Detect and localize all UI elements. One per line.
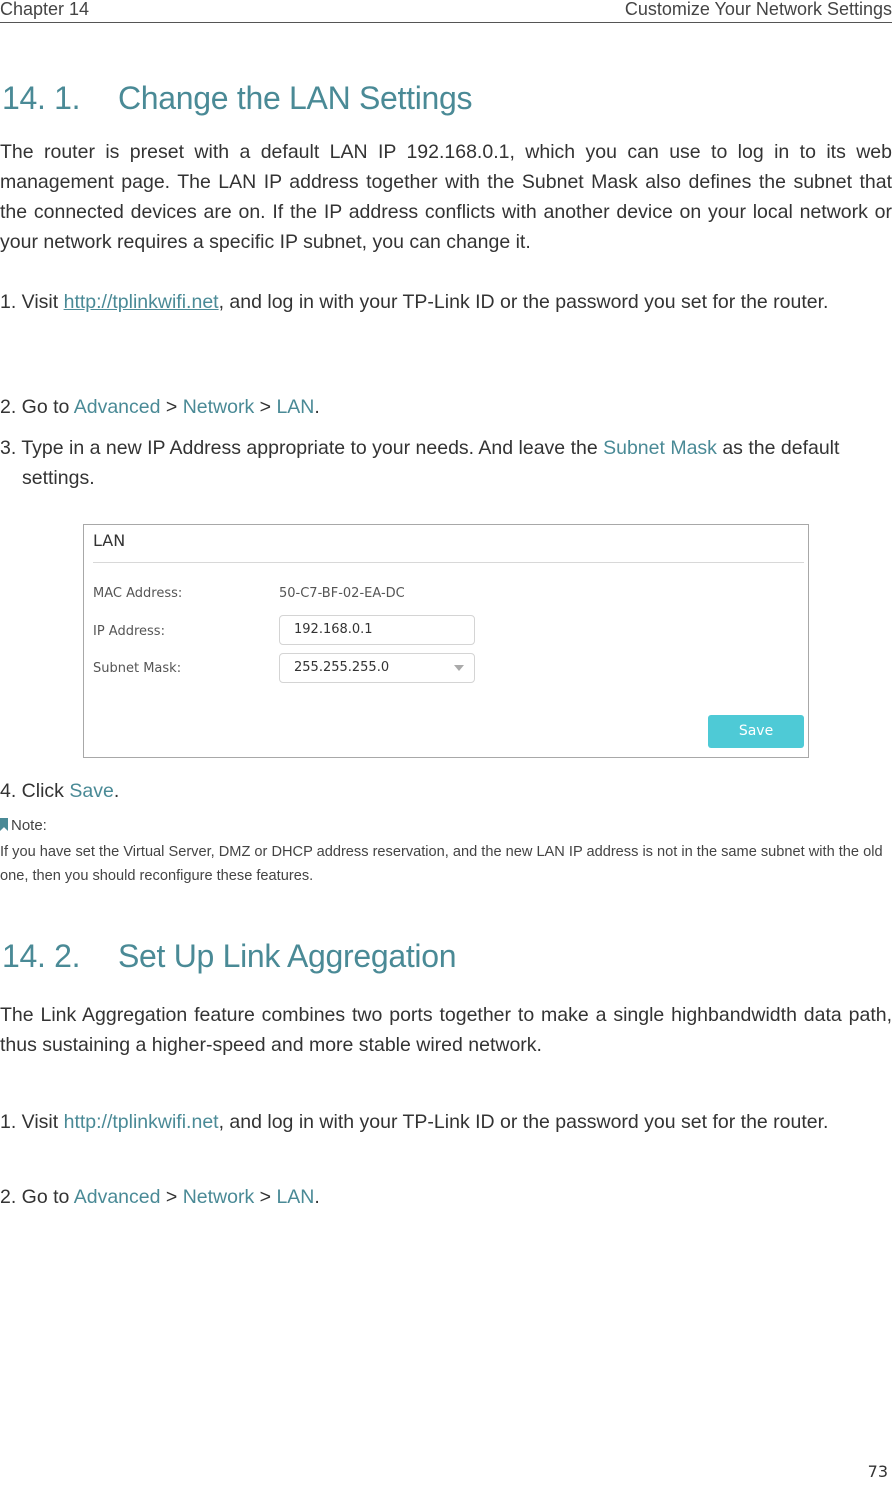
section-heading-lan: 14. 1. Change the LAN Settings [2,80,473,117]
step-text: . [113,780,120,802]
panel-title: LAN [93,531,126,550]
chapter-label: Chapter 14 [0,0,90,19]
step-2: 2. Go to Advanced > Network > LAN. [0,392,892,422]
section-number: 14. 1. [2,80,81,116]
menu-network: Network [182,396,255,418]
step-text: , and log in with your TP-Link ID or the… [218,1111,829,1133]
menu-advanced: Advanced [73,396,161,418]
section-title: Change the LAN Settings [118,80,473,116]
path-separator: > [254,1186,277,1208]
step-3: 3. Type in a new IP Address appropriate … [0,433,892,493]
path-separator: > [160,1186,183,1208]
menu-network: Network [182,1186,255,1208]
step-text: 1. Visit [0,291,64,313]
intro-paragraph: The router is preset with a default LAN … [0,141,892,253]
ip-address-value: 192.168.0.1 [294,622,373,637]
page-header: Chapter 14 Customize Your Network Settin… [0,0,892,23]
step-text: 3. Type in a new IP Address appropriate … [0,437,604,459]
dropdown-arrow-icon [454,665,464,671]
bookmark-icon [0,818,8,831]
step-4: 4. Click Save. [0,776,892,806]
step-text: . [314,396,320,418]
note-text: If you have set the Virtual Server, DMZ … [0,844,883,884]
step-text: 2. Go to [0,396,74,418]
menu-advanced: Advanced [73,1186,161,1208]
tplinkwifi-link[interactable]: http://tplinkwifi.net [64,291,219,313]
path-separator: > [160,396,183,418]
mac-address-value: 50-C7-BF-02-EA-DC [279,586,405,601]
step-text: 1. Visit [0,1111,64,1133]
step-1: 1. Visit http://tplinkwifi.net, and log … [0,287,892,317]
save-term: Save [69,780,114,802]
section-heading-link-aggregation: 14. 2. Set Up Link Aggregation [2,938,457,975]
step-text: 2. Go to [0,1186,74,1208]
note-label: Note: [11,817,47,834]
ip-address-input[interactable]: 192.168.0.1 [279,615,475,645]
lan-settings-panel: LAN MAC Address: 50-C7-BF-02-EA-DC IP Ad… [83,524,809,758]
subnet-mask-value: 255.255.255.0 [294,660,390,675]
panel-divider [93,562,804,563]
tplinkwifi-link[interactable]: http://tplinkwifi.net [64,1111,219,1133]
section-title: Set Up Link Aggregation [118,938,457,974]
chapter-title: Customize Your Network Settings [624,0,892,19]
menu-lan: LAN [276,1186,315,1208]
step-text: , and log in with your TP-Link ID or the… [218,291,829,313]
menu-lan: LAN [276,396,315,418]
step-text: 4. Click [0,780,70,802]
note-heading: Note: [0,817,47,834]
mac-address-label: MAC Address: [93,586,183,601]
subnet-mask-term: Subnet Mask [603,437,717,459]
section-number: 14. 2. [2,938,81,974]
step-text: . [314,1186,320,1208]
ip-address-label: IP Address: [93,624,165,639]
step-2: 2. Go to Advanced > Network > LAN. [0,1182,892,1212]
save-button[interactable]: Save [708,715,804,748]
subnet-mask-select[interactable]: 255.255.255.0 [279,653,475,683]
intro-paragraph: The Link Aggregation feature combines tw… [0,1004,892,1056]
subnet-mask-label: Subnet Mask: [93,661,182,676]
page-number: 73 [867,1462,888,1481]
path-separator: > [254,396,277,418]
step-1: 1. Visit http://tplinkwifi.net, and log … [0,1107,892,1137]
